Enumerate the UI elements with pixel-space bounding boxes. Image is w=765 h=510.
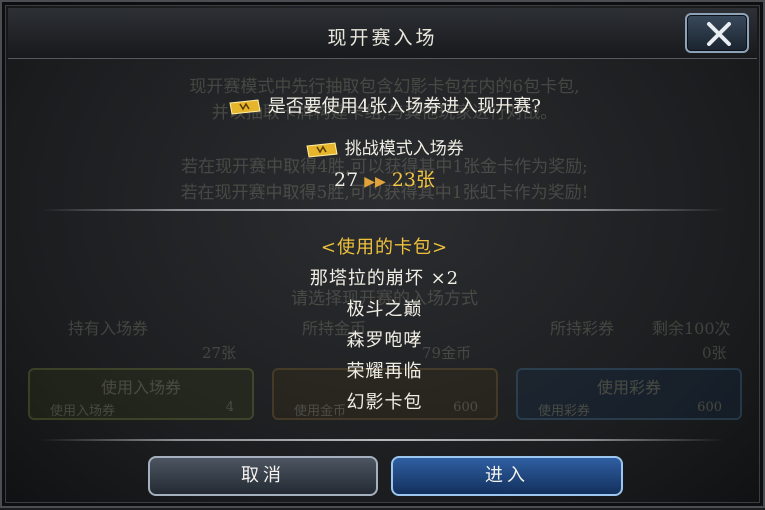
packs-header: <使用的卡包> (320, 237, 449, 258)
ticket-count-change: 27 ▶▶ 23张 (2, 165, 765, 192)
pack-item: 那塔拉的崩坏 ×2 (309, 268, 460, 289)
pack-item: 幻影卡包 (346, 392, 423, 413)
confirm-question-row: 是否要使用4张入场券进入现开赛? (2, 92, 765, 118)
divider-bottom (40, 439, 725, 441)
close-icon (707, 22, 731, 46)
cancel-button[interactable]: 取消 (148, 456, 378, 496)
double-arrow-icon: ▶▶ (364, 174, 386, 190)
pack-item: 森罗咆哮 (346, 330, 423, 351)
ticket-icon (229, 99, 261, 115)
confirm-question: 是否要使用4张入场券进入现开赛? (267, 96, 541, 117)
close-button[interactable] (685, 13, 749, 53)
count-to: 23张 (391, 169, 435, 191)
pack-item: 荣耀再临 (346, 361, 423, 382)
title-bar: 现开赛入场 (8, 8, 757, 59)
ticket-icon (306, 141, 338, 158)
divider-top (40, 209, 725, 211)
ticket-type-label: 挑战模式入场券 (344, 139, 464, 159)
pack-item: 极斗之巅 (346, 299, 423, 320)
ticket-type-row: 挑战模式入场券 (2, 134, 765, 159)
dialog-title: 现开赛入场 (327, 27, 438, 49)
enter-button[interactable]: 进入 (391, 456, 623, 496)
entry-dialog: 现开赛模式中先行抽取包含幻影卡包在内的6包卡包, 并以抽取卡牌构建卡组,与其他玩… (0, 0, 765, 508)
count-from: 27 (334, 169, 359, 191)
